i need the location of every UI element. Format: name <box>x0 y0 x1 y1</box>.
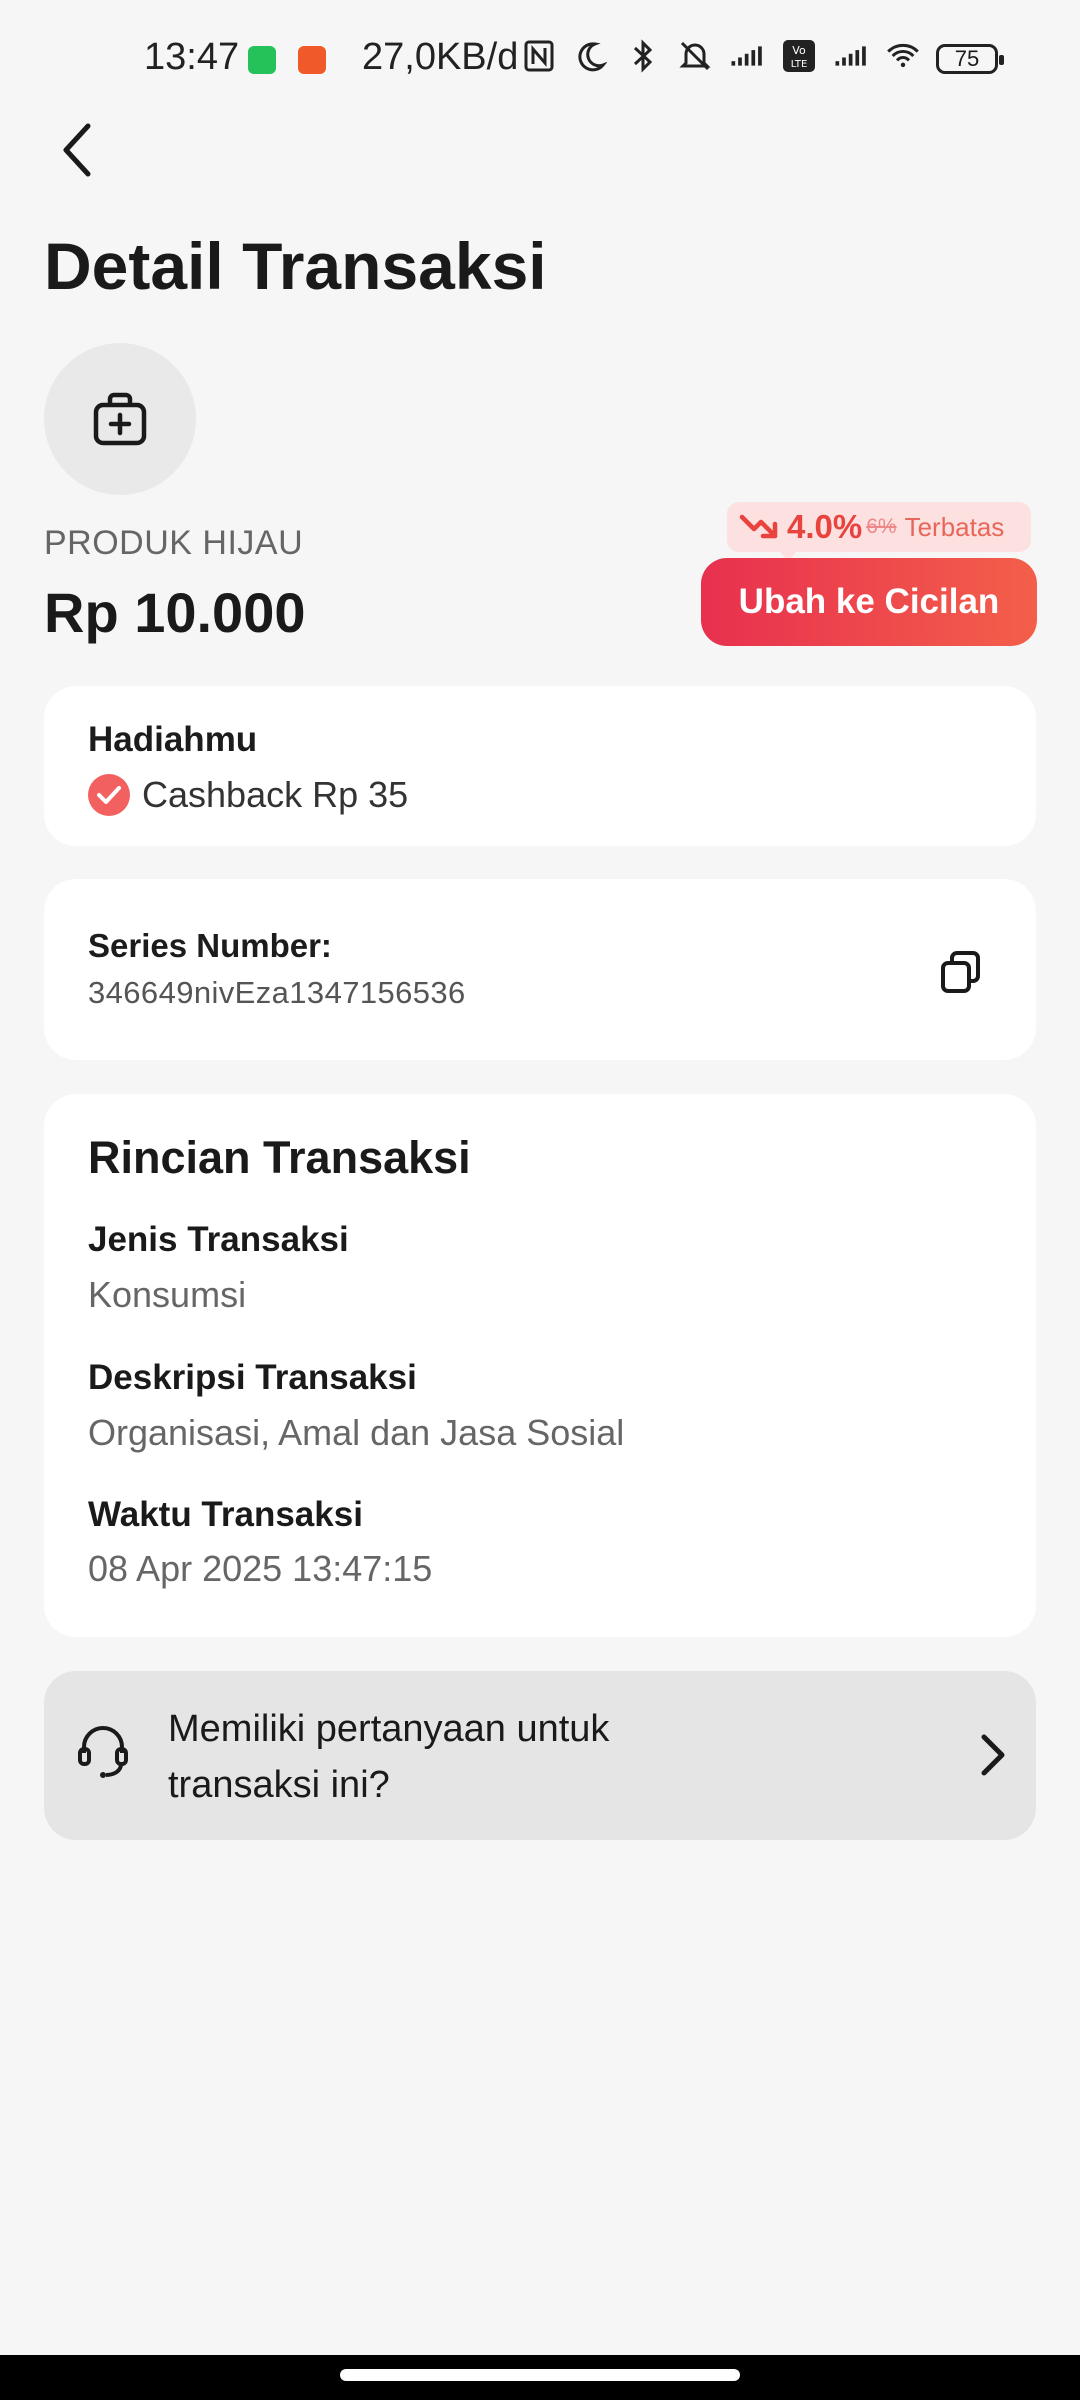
transaction-description-label: Deskripsi Transaksi <box>88 1358 417 1397</box>
reward-row: Cashback Rp 35 <box>88 774 408 816</box>
transaction-type-value: Konsumsi <box>88 1274 247 1315</box>
serial-label: Series Number: <box>88 927 332 964</box>
chevron-left-icon <box>63 123 91 177</box>
support-card[interactable]: Memiliki pertanyaan untuk transaksi ini? <box>44 1671 1036 1840</box>
transaction-type-label: Jenis Transaksi <box>88 1220 349 1259</box>
reward-title: Hadiahmu <box>88 720 258 759</box>
chevron-right-icon <box>981 1734 1005 1776</box>
status-icons: Vo LTE <box>522 38 920 74</box>
product-name: PRODUK HIJAU <box>44 524 304 562</box>
reward-text: Cashback Rp 35 <box>142 774 409 815</box>
convert-installment-button[interactable]: Ubah ke Cicilan <box>701 558 1037 646</box>
transaction-time-value: 08 Apr 2025 13:47:15 <box>88 1548 433 1589</box>
transaction-description-value: Organisasi, Amal dan Jasa Sosial <box>88 1412 625 1453</box>
svg-text:LTE: LTE <box>791 59 808 70</box>
serial-card: Series Number: 346649nivEza1347156536 <box>44 879 1036 1060</box>
page-title: Detail Transaksi <box>44 229 547 303</box>
bluetooth-icon <box>626 38 660 74</box>
status-bar: 13:47 27,0KB/d Vo LTE 75 <box>0 0 1080 120</box>
promo-label: Terbatas <box>904 511 1005 542</box>
back-button[interactable] <box>48 112 108 188</box>
promo-rate: 4.0% <box>787 508 863 545</box>
svg-text:Vo: Vo <box>792 44 806 57</box>
shop-icon <box>298 46 326 74</box>
nfc-icon <box>522 38 556 74</box>
whatsapp-icon <box>248 46 276 74</box>
volte-icon: Vo LTE <box>782 38 816 74</box>
battery-indicator: 75 <box>936 44 1004 74</box>
network-speed: 27,0KB/d <box>362 36 519 78</box>
system-nav-bar <box>0 2355 1080 2400</box>
medical-bag-icon <box>93 392 147 446</box>
bell-off-icon <box>678 38 712 74</box>
details-heading: Rincian Transaksi <box>88 1132 471 1183</box>
transaction-amount: Rp 10.000 <box>44 581 306 644</box>
signal-icon <box>730 38 764 74</box>
headset-icon <box>78 1726 128 1778</box>
promo-badge: 4.0% 6% Terbatas <box>727 502 1031 561</box>
reward-card: Hadiahmu Cashback Rp 35 <box>44 686 1036 846</box>
home-gesture-handle[interactable] <box>340 2369 740 2381</box>
copy-icon[interactable] <box>938 949 984 995</box>
product-icon-container <box>44 343 196 495</box>
serial-value: 346649nivEza1347156536 <box>88 975 466 1010</box>
transaction-time-label: Waktu Transaksi <box>88 1495 363 1534</box>
support-text: Memiliki pertanyaan untuk transaksi ini? <box>168 1708 610 1806</box>
status-time: 13:47 <box>144 36 240 78</box>
moon-icon <box>574 38 608 74</box>
transaction-details-card: Rincian Transaksi Jenis Transaksi Konsum… <box>44 1094 1036 1637</box>
wifi-icon <box>886 38 920 74</box>
promo-old-rate: 6% <box>866 515 897 538</box>
signal-icon <box>834 38 868 74</box>
check-badge-icon <box>88 774 130 816</box>
trend-down-icon <box>739 514 778 539</box>
